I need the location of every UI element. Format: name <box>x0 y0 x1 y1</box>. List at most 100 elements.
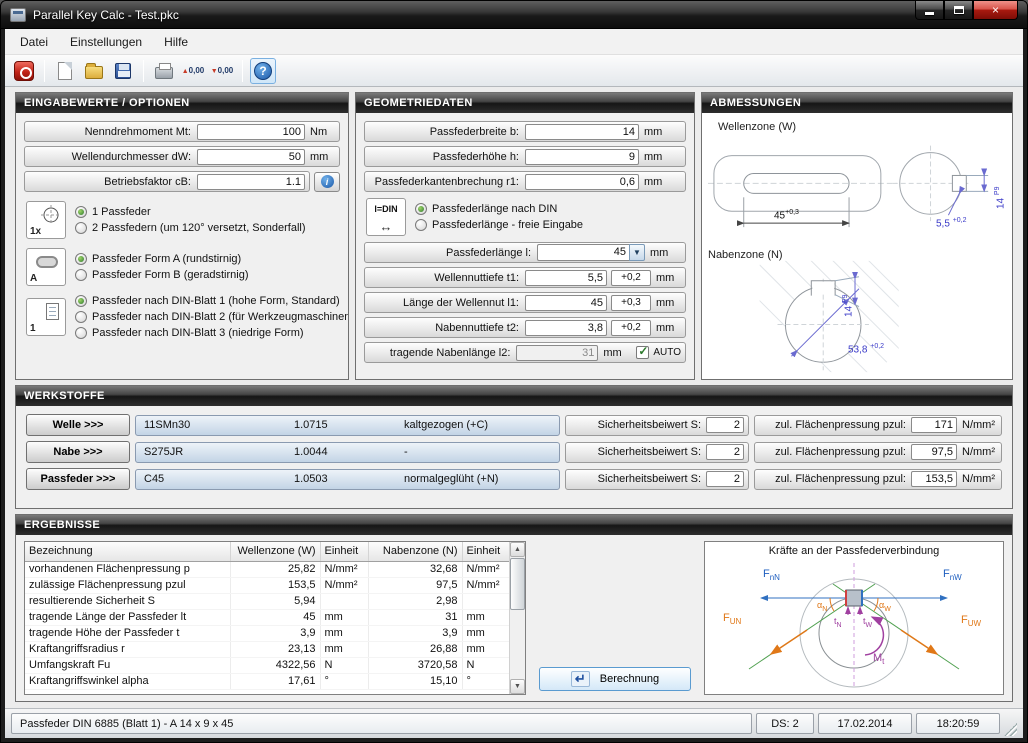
radio-2-passfedern[interactable]: 2 Passfedern (um 120° versetzt, Sonderfa… <box>75 222 340 234</box>
field-label: Wellendurchmesser dW: <box>31 151 197 163</box>
material-number: 1.0503 <box>294 473 404 485</box>
radio-label: Passfeder nach DIN-Blatt 3 (niedrige For… <box>92 327 304 339</box>
radio-form-a[interactable]: Passfeder Form A (rundstirnig) <box>75 253 340 265</box>
decimal-decrease-button[interactable]: ▼0,00 <box>209 58 235 84</box>
nabennuttiefe-input[interactable]: 3,8 <box>525 320 607 336</box>
laenge-wellennut-input[interactable]: 45 <box>525 295 607 311</box>
passfeder-material-button[interactable]: Passfeder >>> <box>26 468 130 490</box>
nabenzone-label: Nabenzone (N) <box>708 249 783 261</box>
torque-mt-label: Mt <box>873 652 884 666</box>
new-file-button[interactable] <box>52 58 78 84</box>
open-folder-icon <box>85 66 103 79</box>
sicherheitsbeiwert-input[interactable]: 2 <box>706 417 744 433</box>
material-display: C45 1.0503 normalgeglüht (+N) <box>135 469 560 490</box>
menu-hilfe[interactable]: Hilfe <box>153 29 199 54</box>
info-icon: i <box>321 175 334 188</box>
sicherheitsbeiwert-input[interactable]: 2 <box>706 471 744 487</box>
statusbar: Passfeder DIN 6885 (Blatt 1) - A 14 x 9 … <box>5 708 1023 738</box>
betriebsfaktor-input[interactable]: 1.1 <box>197 174 305 190</box>
col-header[interactable]: Bezeichnung <box>25 542 230 561</box>
nabenlaenge-input[interactable]: 31 <box>516 345 598 361</box>
radio-label: Passfederlänge nach DIN <box>432 203 557 215</box>
field-label: Nabennuttiefe t2: <box>371 322 525 334</box>
table-scrollbar[interactable]: ▲ ▼ <box>509 542 525 694</box>
field-unit: N/mm² <box>957 446 997 458</box>
auto-checkbox[interactable]: AUTO <box>636 346 681 359</box>
radio-form-b[interactable]: Passfeder Form B (geradstirnig) <box>75 269 340 281</box>
exit-button[interactable] <box>11 58 37 84</box>
scroll-up-icon[interactable]: ▲ <box>510 542 525 557</box>
wellendurchmesser-input[interactable]: 50 <box>197 149 305 165</box>
betriebsfaktor-info-button[interactable]: i <box>314 172 340 192</box>
depth-tw-label: tW <box>863 616 872 629</box>
radio-din-blatt-1[interactable]: Passfeder nach DIN-Blatt 1 (hohe Form, S… <box>75 295 348 307</box>
print-button[interactable] <box>151 58 177 84</box>
col-header[interactable]: Einheit <box>462 542 510 561</box>
printer-icon <box>155 67 173 79</box>
field-label: Passfederlänge l: <box>371 247 537 259</box>
field-label: tragende Nabenlänge l2: <box>371 347 516 359</box>
field-label: Sicherheitsbeiwert S: <box>572 419 706 431</box>
sicherheitsbeiwert-input[interactable]: 2 <box>706 444 744 460</box>
tolerance-box: +0,2 <box>611 270 651 286</box>
menu-einstellungen[interactable]: Einstellungen <box>59 29 153 54</box>
maximize-button[interactable] <box>944 1 973 20</box>
radio-label: Passfeder Form B (geradstirnig) <box>92 269 249 281</box>
wellennuttiefe-input[interactable]: 5,5 <box>525 270 607 286</box>
menu-datei[interactable]: Datei <box>9 29 59 54</box>
dim-wellennuttiefe: 5,5 +0,2 <box>936 217 967 229</box>
scroll-down-icon[interactable]: ▼ <box>510 679 525 694</box>
werkstoff-row-nabe: Nabe >>> S275JR 1.0044 - Sicherheitsbeiw… <box>26 441 1002 463</box>
field-passfederhoehe: Passfederhöhe h: 9 mm <box>364 146 686 167</box>
field-unit: mm <box>651 322 681 334</box>
nenndrehmoment-input[interactable]: 100 <box>197 124 305 140</box>
radio-laenge-din[interactable]: Passfederlänge nach DIN <box>415 203 686 215</box>
nabe-material-button[interactable]: Nabe >>> <box>26 441 130 463</box>
scrollbar-thumb[interactable] <box>510 558 525 610</box>
flaechenpressung-field: zul. Flächenpressung pzul: 153,5 N/mm² <box>754 469 1002 490</box>
radio-laenge-frei[interactable]: Passfederlänge - freie Eingabe <box>415 219 686 231</box>
welle-material-button[interactable]: Welle >>> <box>26 414 130 436</box>
app-window: Parallel Key Calc - Test.pkc × Datei Ein… <box>0 0 1028 743</box>
force-fun-label: FUN <box>723 612 741 626</box>
decimal-increase-button[interactable]: ▲0,00 <box>180 58 206 84</box>
radio-label: 1 Passfeder <box>92 206 151 218</box>
chevron-down-icon[interactable]: ▼ <box>629 244 645 261</box>
titlebar[interactable]: Parallel Key Calc - Test.pkc × <box>1 1 1027 29</box>
field-unit: N/mm² <box>957 473 997 485</box>
radio-din-blatt-2[interactable]: Passfeder nach DIN-Blatt 2 (für Werkzeug… <box>75 311 348 323</box>
panel-header: ABMESSUNGEN <box>702 93 1012 113</box>
dim-passfederbreite-nabe: 14 P9 <box>842 295 854 317</box>
material-treatment: - <box>404 446 551 458</box>
results-table: Bezeichnung Wellenzone (W) Einheit Naben… <box>24 541 526 695</box>
sicherheitsbeiwert-field: Sicherheitsbeiwert S: 2 <box>565 442 749 463</box>
col-header[interactable]: Wellenzone (W) <box>230 542 320 561</box>
kantenbrechung-input[interactable]: 0,6 <box>525 174 639 190</box>
flaechenpressung-value: 153,5 <box>911 471 957 487</box>
sicherheitsbeiwert-field: Sicherheitsbeiwert S: 2 <box>565 469 749 490</box>
passfederbreite-input[interactable]: 14 <box>525 124 639 140</box>
panel-werkstoffe: WERKSTOFFE Welle >>> 11SMn30 1.0715 kalt… <box>15 385 1013 509</box>
passfederhoehe-input[interactable]: 9 <box>525 149 639 165</box>
col-header[interactable]: Nabenzone (N) <box>368 542 462 561</box>
col-header[interactable]: Einheit <box>320 542 368 561</box>
material-name: S275JR <box>144 446 294 458</box>
passfederlaenge-combobox[interactable]: 45 ▼ <box>537 244 645 261</box>
main-content: EINGABEWERTE / OPTIONEN Nenndrehmoment M… <box>5 87 1023 708</box>
resize-grip-icon[interactable] <box>1004 723 1017 736</box>
save-button[interactable] <box>110 58 136 84</box>
laenge-din-icon: l=DIN ↔ <box>366 198 406 236</box>
panel-geometriedaten: GEOMETRIEDATEN Passfederbreite b: 14 mm … <box>355 92 695 380</box>
field-label: Länge der Wellennut l1: <box>371 297 525 309</box>
open-file-button[interactable] <box>81 58 107 84</box>
angle-alphan-label: αN <box>817 600 827 613</box>
help-button[interactable]: ? <box>250 58 276 84</box>
passfederlaenge-value[interactable]: 45 <box>537 244 629 261</box>
minimize-button[interactable] <box>915 1 944 20</box>
berechnung-button[interactable]: ↵ Berechnung <box>539 667 691 691</box>
close-button[interactable]: × <box>973 1 1018 20</box>
panel-abmessungen: ABMESSUNGEN <box>701 92 1013 380</box>
radio-1-passfeder[interactable]: 1 Passfeder <box>75 206 340 218</box>
radio-din-blatt-3[interactable]: Passfeder nach DIN-Blatt 3 (niedrige For… <box>75 327 348 339</box>
field-passfederbreite: Passfederbreite b: 14 mm <box>364 121 686 142</box>
